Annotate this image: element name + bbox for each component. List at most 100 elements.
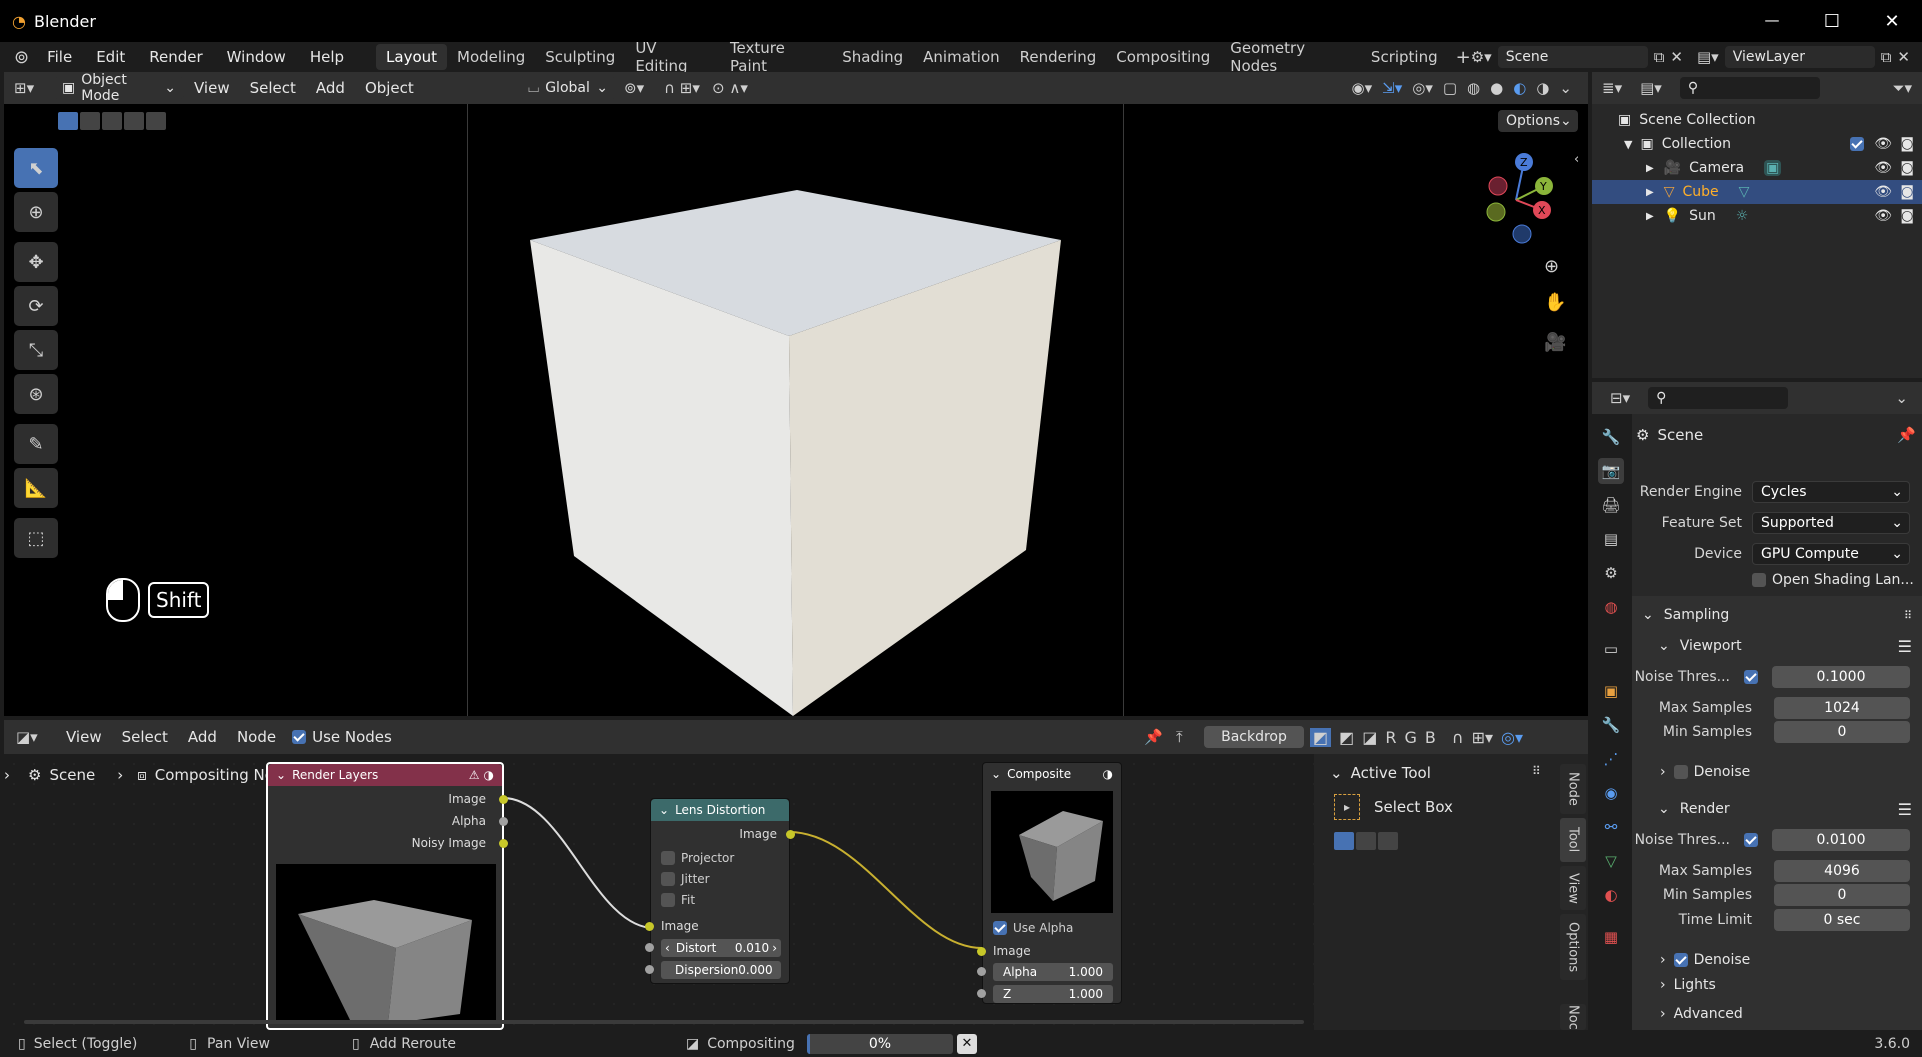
display-mode-icon[interactable]: ▤▾ (1640, 79, 1662, 97)
menu-window[interactable]: Window (215, 48, 298, 66)
channel-g-button[interactable]: G (1405, 728, 1417, 747)
select-invert-icon[interactable] (124, 112, 144, 130)
outliner-editor-type-icon[interactable]: ≣▾ (1602, 79, 1622, 97)
pivot-icon[interactable]: ⊚▾ (624, 79, 644, 97)
scene-collection-row[interactable]: ▣ Scene Collection (1592, 108, 1922, 132)
viewport-denoise-header[interactable]: › Denoise (1660, 759, 1912, 785)
backdrop-alpha-icon[interactable]: ◪ (1362, 728, 1377, 747)
collapse-sidebar-icon[interactable]: ‹ (1574, 152, 1579, 167)
active-tool-panel-header[interactable]: ⌄ Active Tool (1330, 764, 1431, 782)
collection-row[interactable]: ▼ ▣ Collection 👁 ◙ (1592, 132, 1922, 156)
properties-search-input[interactable]: ⚲ (1648, 387, 1789, 409)
minimize-button[interactable]: — (1742, 11, 1802, 32)
expand-arrow-icon[interactable]: ▶ (1646, 187, 1654, 198)
distort-field[interactable]: ‹ Distort 0.010 › (661, 939, 781, 957)
socket-alpha-in[interactable] (977, 967, 986, 976)
maximize-button[interactable]: ☐ (1802, 11, 1862, 32)
tab-layout[interactable]: Layout (376, 44, 448, 70)
parent-tree-icon[interactable]: ⤒ (1176, 728, 1183, 746)
cursor-tool[interactable]: ⊕ (14, 192, 58, 232)
collection-tab-icon[interactable]: ▭ (1598, 636, 1624, 662)
jitter-option[interactable]: Jitter (661, 872, 710, 886)
mode-new-icon[interactable] (1334, 832, 1354, 850)
viewlayer-selector[interactable]: ViewLayer (1724, 46, 1875, 68)
measure-tool[interactable]: 📐 (14, 468, 58, 508)
channel-b-button[interactable]: B (1425, 728, 1436, 747)
world-tab-icon[interactable]: ◍ (1598, 594, 1624, 620)
pin-icon[interactable]: 📌 (1897, 426, 1916, 444)
expand-arrow-icon[interactable]: ▼ (1624, 138, 1632, 151)
options-dropdown[interactable]: Options ⌄ (1498, 110, 1578, 132)
node-overlay-icon[interactable]: ◎▾ (1501, 728, 1523, 747)
backdrop-color-icon[interactable]: ◩ (1339, 728, 1354, 747)
physics-tab-icon[interactable]: ◉ (1598, 780, 1624, 806)
menu-render[interactable]: Render (137, 48, 214, 66)
add-cube-tool[interactable]: ⬚ (14, 518, 58, 558)
rendered-shading-icon[interactable]: ◑ (1536, 79, 1549, 97)
properties-editor-type-icon[interactable]: ⊟▾ (1610, 389, 1630, 407)
cancel-job-button[interactable]: ✕ (956, 1033, 977, 1054)
annotate-tool[interactable]: ✎ (14, 424, 58, 464)
socket-distort-in[interactable] (645, 943, 654, 952)
render-camera-icon[interactable]: ◙ (1900, 184, 1914, 200)
lens-distortion-header[interactable]: ⌄ Lens Distortion (651, 799, 789, 821)
sun-data-icon[interactable]: ☼ (1736, 208, 1749, 224)
gizmo-icon[interactable]: ⇲▾ (1382, 79, 1402, 97)
add-workspace-icon[interactable]: + (1456, 47, 1471, 68)
select-box-tool[interactable]: ⬉ (14, 148, 58, 188)
tab-geometry-nodes[interactable]: Geometry Nodes (1220, 39, 1361, 75)
render-layers-header[interactable]: ⌄ Render Layers ⚠ ◑ (268, 764, 502, 786)
snap-icon[interactable]: ∩ ⊞▾ (664, 79, 700, 97)
outliner-item-cube[interactable]: ▶ ▽ Cube ▽ 👁 ◙ (1592, 180, 1922, 204)
wireframe-shading-icon[interactable]: ◍ (1467, 79, 1480, 97)
data-tab-icon[interactable]: ▽ (1598, 848, 1624, 874)
render-engine-dropdown[interactable]: Cycles ⌄ (1752, 481, 1910, 503)
advanced-subpanel-header[interactable]: › Advanced (1660, 1002, 1912, 1026)
xray-icon[interactable]: ▢ (1443, 79, 1457, 97)
menu-help[interactable]: Help (298, 48, 356, 66)
node-snap-icon[interactable]: ∩ (1452, 728, 1464, 747)
socket-image-out[interactable] (499, 795, 508, 804)
tab-rendering[interactable]: Rendering (1010, 44, 1107, 70)
tab-shading[interactable]: Shading (832, 44, 913, 70)
lens-distortion-node[interactable]: ⌄ Lens Distortion Image Projector Jitter… (645, 798, 795, 984)
sampling-panel-header[interactable]: ⌄ Sampling ⠿ (1642, 602, 1912, 628)
menu-edit[interactable]: Edit (84, 48, 137, 66)
render-camera-icon[interactable]: ◙ (1900, 208, 1914, 224)
socket-lens-in[interactable] (645, 922, 654, 931)
alpha-field[interactable]: Alpha 1.000 (993, 963, 1113, 981)
delete-viewlayer-icon[interactable]: ✕ (1897, 48, 1910, 66)
blender-menu-icon[interactable]: ⊚ (14, 47, 29, 68)
menu-object[interactable]: Object (355, 79, 424, 97)
outliner-search-input[interactable]: ⚲ (1679, 77, 1820, 99)
select-extend-icon[interactable] (80, 112, 100, 130)
node-editor-scrollbar[interactable] (24, 1020, 1304, 1024)
editor-type-icon[interactable]: ⊞▾ (14, 79, 48, 97)
delete-scene-icon[interactable]: ✕ (1670, 48, 1683, 66)
fit-option[interactable]: Fit (661, 893, 695, 907)
move-tool[interactable]: ✥ (14, 242, 58, 282)
pan-hand-icon[interactable]: ✋ (1544, 292, 1566, 313)
menu-add[interactable]: Add (306, 79, 355, 97)
time-limit-field[interactable]: 0 sec (1774, 909, 1910, 931)
solid-shading-icon[interactable]: ● (1490, 79, 1503, 97)
presets-list-icon[interactable]: ☰ (1898, 800, 1912, 819)
sidebar-tab-view[interactable]: View (1560, 866, 1586, 910)
zoom-icon[interactable]: ⊕ (1544, 256, 1559, 277)
use-nodes-checkbox[interactable] (292, 730, 307, 744)
scene-icon[interactable]: ⚙▾ (1471, 48, 1492, 66)
viewport-min-samples-field[interactable]: 0 (1774, 721, 1910, 743)
constraints-tab-icon[interactable]: ⚯ (1598, 814, 1624, 840)
close-button[interactable]: ✕ (1862, 11, 1922, 32)
transform-tool[interactable]: ⊛ (14, 374, 58, 414)
select-subtract-icon[interactable] (102, 112, 122, 130)
3d-viewport[interactable]: Options⌄ ⬉ ⊕ ✥ ⟳ ⤡ ⊛ ✎ 📐 ⬚ Shift Z Y X (4, 104, 1588, 716)
new-viewlayer-icon[interactable]: ⧉ (1881, 48, 1892, 66)
node-menu-add[interactable]: Add (178, 728, 227, 746)
tab-scripting[interactable]: Scripting (1361, 44, 1448, 70)
node-menu-node[interactable]: Node (227, 728, 286, 746)
collapse-icon[interactable]: ⌄ (276, 768, 286, 782)
socket-alpha-out[interactable] (499, 817, 508, 826)
render-noise-field[interactable]: 0.0100 (1772, 829, 1910, 851)
socket-noisy-out[interactable] (499, 839, 508, 848)
